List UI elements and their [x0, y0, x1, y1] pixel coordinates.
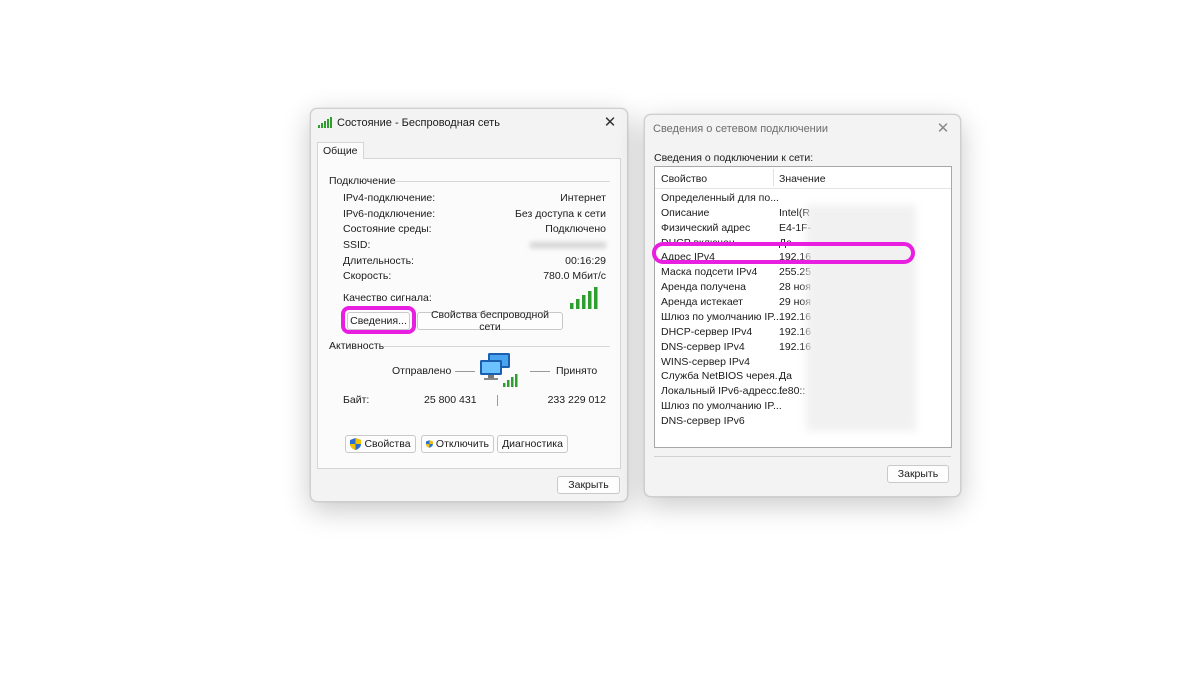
duration-label: Длительность:: [343, 255, 414, 267]
details-close-button[interactable]: Закрыть: [887, 465, 949, 483]
details-list[interactable]: Свойство Значение Определенный для по...…: [654, 166, 952, 448]
bytes-sent-value: 25 800 431: [424, 394, 477, 406]
column-header-value: Значение: [779, 173, 826, 185]
ssid-label: SSID:: [343, 239, 371, 251]
ipv6-label: IPv6-подключение:: [343, 208, 436, 220]
wireless-properties-button[interactable]: Свойства беспроводной сети: [417, 309, 563, 333]
speed-label: Скорость:: [343, 270, 392, 282]
list-item-property[interactable]: Маска подсети IPv4: [661, 266, 757, 278]
tab-general[interactable]: Общие: [317, 142, 364, 159]
activity-heading: Активность: [329, 340, 385, 352]
status-window-title: Состояние - Беспроводная сеть: [337, 117, 500, 129]
list-item-value: Да: [779, 237, 792, 249]
list-item-property[interactable]: DHCP-сервер IPv4: [661, 326, 752, 338]
list-item-property[interactable]: Шлюз по умолчанию IP...: [661, 311, 782, 323]
connection-divider: [394, 181, 610, 182]
tab-general-label: Общие: [323, 145, 358, 157]
signal-quality-label: Качество сигнала:: [343, 292, 432, 304]
disable-button-label: Отключить: [435, 438, 489, 450]
disable-button[interactable]: Отключить: [421, 435, 494, 453]
redaction-blur: [806, 205, 916, 431]
list-header: Свойство Значение: [655, 167, 951, 189]
media-state-label: Состояние среды:: [343, 223, 432, 235]
list-item-property[interactable]: Шлюз по умолчанию IP...: [661, 400, 782, 412]
list-item-property[interactable]: DHCP включен: [661, 237, 735, 249]
sent-label: Отправлено: [392, 365, 452, 377]
list-item-property[interactable]: Аренда истекает: [661, 296, 743, 308]
uac-shield-icon: [426, 440, 433, 448]
signal-strength-icon: [570, 287, 598, 309]
list-item-value: Да: [779, 370, 792, 382]
received-label: Принято: [556, 365, 598, 377]
ssid-value: ●●●●●●●●●●●●: [529, 239, 606, 251]
network-computers-icon: [480, 353, 518, 387]
list-item-property[interactable]: DNS-сервер IPv6: [661, 415, 745, 427]
list-item-property[interactable]: Адрес IPv4: [661, 251, 715, 263]
media-state-value: Подключено: [545, 223, 606, 235]
list-item-property[interactable]: Локальный IPv6-адресс...: [661, 385, 786, 397]
list-item-property[interactable]: Описание: [661, 207, 709, 219]
bytes-received-value: 233 229 012: [547, 394, 606, 406]
bytes-separator: [497, 395, 498, 406]
list-item-property[interactable]: Служба NetBIOS черея...: [661, 370, 784, 382]
status-close-button[interactable]: Закрыть: [557, 476, 620, 494]
close-icon[interactable]: ✕: [934, 120, 952, 138]
list-item-property[interactable]: Аренда получена: [661, 281, 746, 293]
diagnostics-button[interactable]: Диагностика: [497, 435, 568, 453]
speed-value: 780.0 Мбит/с: [543, 270, 606, 282]
details-button[interactable]: Сведения...: [347, 312, 410, 330]
list-item-value: fe80::: [779, 385, 806, 397]
status-titlebar[interactable]: Состояние - Беспроводная сеть ✕: [311, 109, 627, 137]
uac-shield-icon: [350, 438, 362, 450]
details-bottom-divider: [654, 456, 951, 457]
status-window: Состояние - Беспроводная сеть ✕ Общие По…: [310, 108, 628, 502]
details-window: Сведения о сетевом подключении ✕ Сведени…: [644, 114, 961, 497]
received-line: [530, 371, 550, 372]
ipv4-value: Интернет: [560, 192, 606, 204]
ipv4-label: IPv4-подключение:: [343, 192, 436, 204]
list-item-property[interactable]: WINS-сервер IPv4: [661, 356, 750, 368]
wireless-signal-icon: [318, 117, 332, 128]
list-item-property[interactable]: DNS-сервер IPv4: [661, 341, 745, 353]
properties-button[interactable]: Свойства: [345, 435, 416, 453]
column-divider[interactable]: [773, 169, 774, 186]
details-titlebar[interactable]: Сведения о сетевом подключении ✕: [645, 115, 960, 143]
column-header-property[interactable]: Свойство: [661, 173, 707, 185]
list-item-property[interactable]: Физический адрес: [661, 222, 750, 234]
details-subtitle: Сведения о подключении к сети:: [654, 152, 814, 164]
list-item-property[interactable]: Определенный для по...: [661, 192, 779, 204]
duration-value: 00:16:29: [565, 255, 606, 267]
properties-button-label: Свойства: [364, 438, 411, 450]
tab-panel: Подключение IPv4-подключение: Интернет I…: [317, 158, 621, 469]
bytes-label: Байт:: [343, 394, 370, 406]
connection-heading: Подключение: [329, 175, 396, 187]
close-icon[interactable]: ✕: [601, 114, 619, 132]
activity-divider: [384, 346, 610, 347]
ipv6-value: Без доступа к сети: [515, 208, 606, 220]
details-window-title: Сведения о сетевом подключении: [653, 123, 829, 135]
sent-line: [455, 371, 475, 372]
